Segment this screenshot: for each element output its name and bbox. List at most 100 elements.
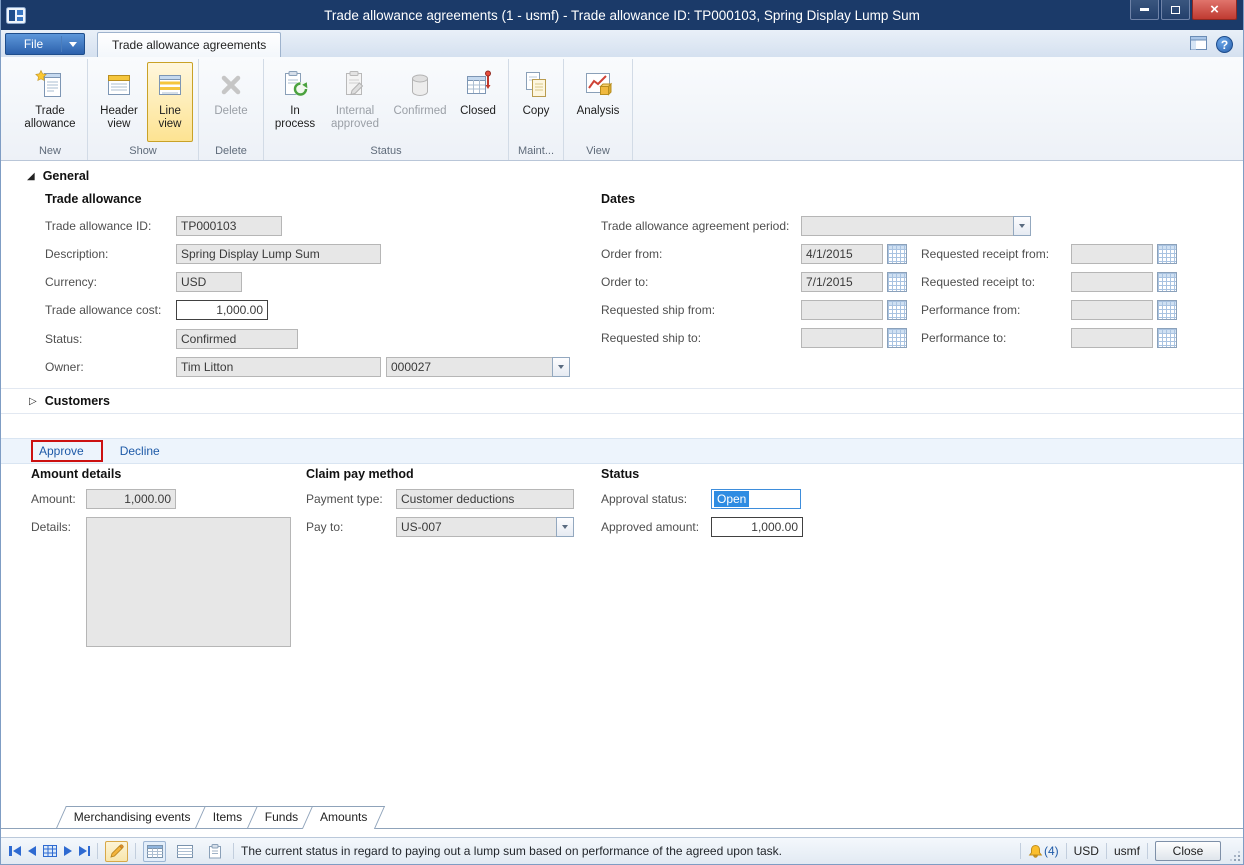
- requested-receipt-to-calendar-icon[interactable]: [1157, 272, 1177, 292]
- currency-label: Currency:: [45, 272, 97, 292]
- amount-field[interactable]: [86, 489, 176, 509]
- record-grid-button[interactable]: [43, 845, 57, 857]
- window-title: Trade allowance agreements (1 - usmf) - …: [1, 8, 1243, 23]
- performance-from-calendar-icon[interactable]: [1157, 300, 1177, 320]
- agreement-period-label: Trade allowance agreement period:: [601, 216, 789, 236]
- triangle-left-icon: [13, 846, 21, 856]
- maximize-button[interactable]: [1161, 0, 1190, 20]
- window-controls: ×: [1128, 0, 1243, 20]
- closed-icon: [462, 68, 494, 102]
- performance-to-field[interactable]: [1071, 328, 1153, 348]
- details-label: Details:: [31, 517, 71, 537]
- tab-amounts[interactable]: Amounts: [302, 806, 386, 829]
- agreement-period-dropdown-button[interactable]: [1013, 216, 1031, 236]
- delete-button[interactable]: Delete: [204, 62, 258, 142]
- statusbar: The current status in regard to paying o…: [1, 837, 1243, 864]
- requested-receipt-from-calendar-icon[interactable]: [1157, 244, 1177, 264]
- order-to-calendar-icon[interactable]: [887, 272, 907, 292]
- owner-id-field[interactable]: [386, 357, 552, 377]
- description-label: Description:: [45, 244, 108, 264]
- approval-status-label: Approval status:: [601, 489, 687, 509]
- trade-allowance-cost-field[interactable]: [176, 300, 268, 320]
- in-process-button[interactable]: In process: [269, 62, 321, 142]
- previous-record-button[interactable]: [28, 846, 36, 856]
- approved-amount-field[interactable]: [711, 517, 803, 537]
- next-record-icon: [64, 846, 72, 856]
- ribbon-group-new: Trade allowance New: [13, 59, 88, 160]
- file-menu-button[interactable]: File: [5, 33, 85, 55]
- requested-ship-to-calendar-icon[interactable]: [887, 328, 907, 348]
- first-record-icon: [9, 846, 12, 856]
- confirmed-button[interactable]: Confirmed: [389, 62, 451, 142]
- attachments-button[interactable]: [203, 841, 226, 862]
- order-from-calendar-icon[interactable]: [887, 244, 907, 264]
- requested-ship-from-field[interactable]: [801, 300, 883, 320]
- file-menu-arrow: [62, 42, 84, 47]
- resize-grip[interactable]: [1229, 850, 1241, 862]
- performance-from-field[interactable]: [1071, 300, 1153, 320]
- layout-icon[interactable]: [1190, 36, 1207, 53]
- description-field[interactable]: [176, 244, 381, 264]
- owner-name-field[interactable]: [176, 357, 381, 377]
- closed-button[interactable]: Closed: [453, 62, 503, 142]
- requested-receipt-to-field[interactable]: [1071, 272, 1153, 292]
- minimize-button[interactable]: [1130, 0, 1159, 20]
- pay-to-combo: [396, 517, 574, 537]
- tab-merchandising-events[interactable]: Merchandising events: [56, 806, 209, 828]
- details-field[interactable]: [86, 517, 291, 647]
- line-view-button[interactable]: Line view: [147, 62, 193, 142]
- edit-pencil-icon: [109, 844, 124, 859]
- payment-type-field[interactable]: [396, 489, 574, 509]
- performance-to-calendar-icon[interactable]: [1157, 328, 1177, 348]
- last-record-button[interactable]: [79, 846, 91, 856]
- agreement-period-field[interactable]: [801, 216, 1013, 236]
- close-form-button[interactable]: Close: [1155, 841, 1221, 861]
- fasttab-general-header[interactable]: ◢ General: [27, 169, 89, 183]
- fasttab-customers-header[interactable]: ▷ Customers: [1, 388, 1243, 414]
- status-field[interactable]: [176, 329, 298, 349]
- requested-ship-to-field[interactable]: [801, 328, 883, 348]
- header-view-button[interactable]: Header view: [93, 62, 145, 142]
- close-window-button[interactable]: ×: [1192, 0, 1237, 20]
- next-record-button[interactable]: [64, 846, 72, 856]
- edit-record-button[interactable]: [105, 841, 128, 862]
- chevron-down-icon: [1019, 224, 1025, 228]
- owner-id-dropdown-button[interactable]: [552, 357, 570, 377]
- details-view-button[interactable]: [173, 841, 196, 862]
- decline-button[interactable]: Decline: [120, 444, 160, 458]
- minimize-icon: [1140, 8, 1149, 11]
- app-icon[interactable]: [6, 7, 26, 24]
- pay-to-field[interactable]: [396, 517, 556, 537]
- help-icon[interactable]: ?: [1216, 36, 1233, 53]
- agreement-period-combo: [801, 216, 1031, 236]
- first-record-button[interactable]: [9, 846, 21, 856]
- analysis-button-label: Analysis: [577, 105, 620, 118]
- pay-to-dropdown-button[interactable]: [556, 517, 574, 537]
- requested-receipt-from-field[interactable]: [1071, 244, 1153, 264]
- status-label: Status:: [45, 329, 82, 349]
- claim-pay-method-header: Claim pay method: [306, 467, 414, 481]
- chevron-down-icon: [69, 42, 77, 47]
- requested-ship-from-calendar-icon[interactable]: [887, 300, 907, 320]
- trade-allowance-button[interactable]: Trade allowance: [18, 62, 82, 142]
- approval-status-field[interactable]: Open: [711, 489, 801, 509]
- copy-button[interactable]: Copy: [514, 62, 558, 142]
- tab-trade-allowance-agreements[interactable]: Trade allowance agreements: [97, 32, 281, 57]
- currency-field[interactable]: [176, 272, 242, 292]
- order-from-field[interactable]: [801, 244, 883, 264]
- trade-allowance-id-field[interactable]: [176, 216, 282, 236]
- notification-bell-icon: [1028, 844, 1043, 859]
- analysis-button[interactable]: Analysis: [569, 62, 627, 142]
- amount-details-header: Amount details: [31, 467, 121, 481]
- in-process-button-label: In process: [270, 105, 320, 131]
- grid-view-button[interactable]: [143, 841, 166, 862]
- notifications-button[interactable]: (4): [1028, 844, 1059, 859]
- header-view-icon: [103, 68, 135, 102]
- pane-status-header: Status: [601, 467, 639, 481]
- triangle-right-icon: [79, 846, 87, 856]
- order-to-field[interactable]: [801, 272, 883, 292]
- internal-approved-button[interactable]: Internal approved: [323, 62, 387, 142]
- tab-label: Trade allowance agreements: [112, 38, 266, 52]
- details-view-icon: [177, 845, 193, 858]
- trade-allowance-button-label: Trade allowance: [19, 105, 81, 131]
